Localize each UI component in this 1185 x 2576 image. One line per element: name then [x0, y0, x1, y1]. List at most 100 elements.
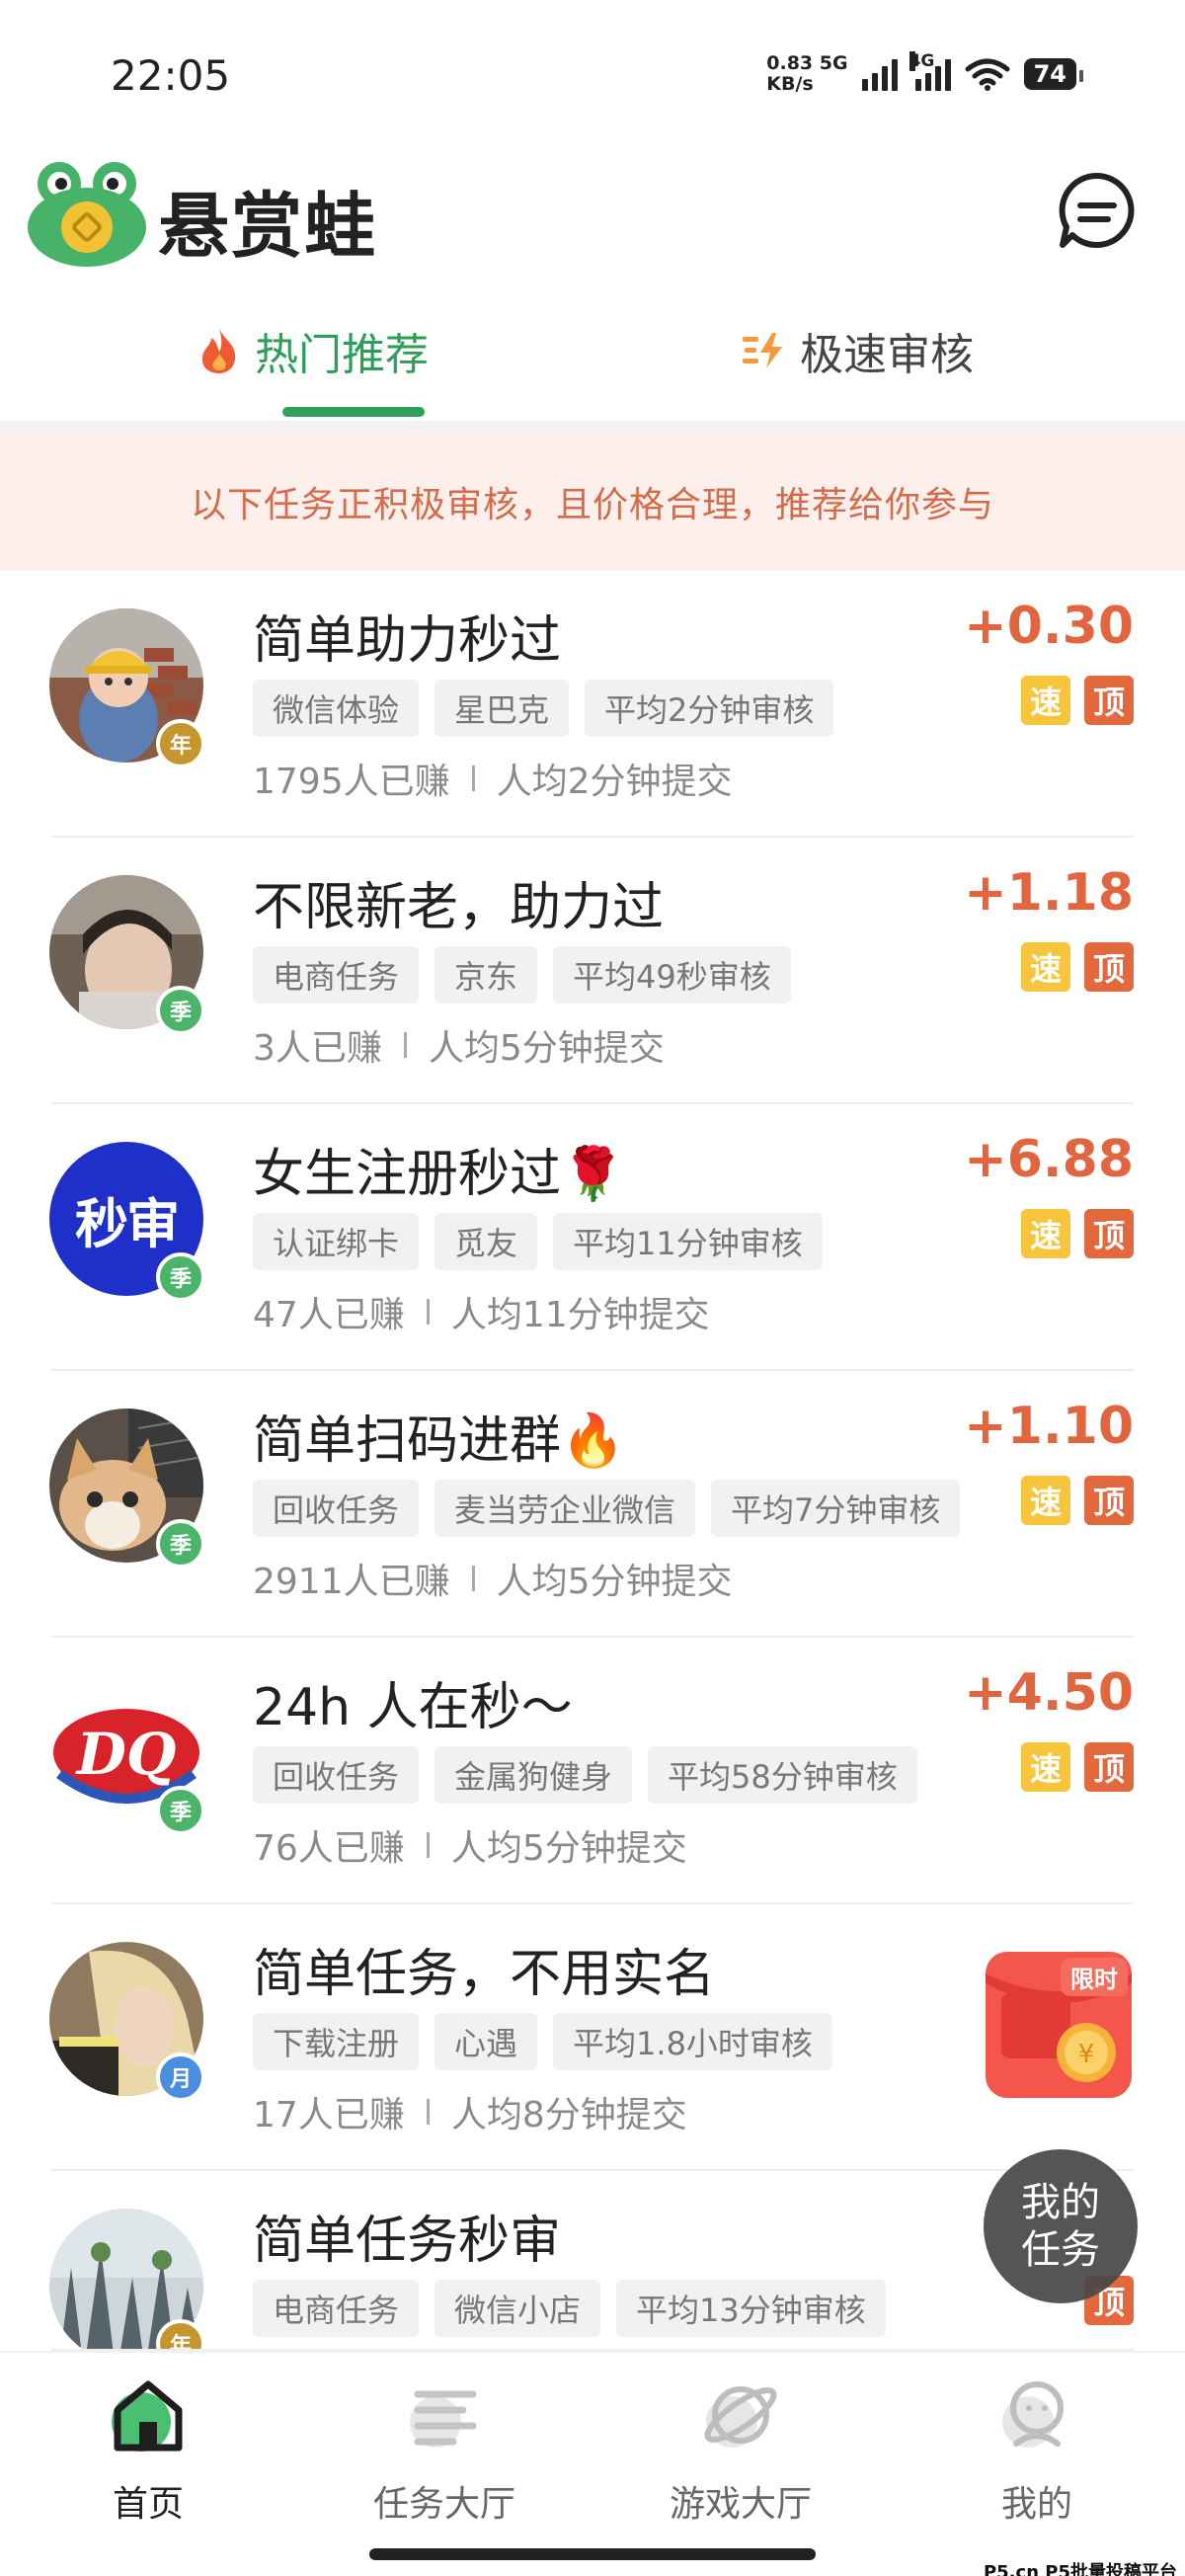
tab-fast-review[interactable]: 极速审核: [743, 316, 974, 385]
battery-indicator: 74: [1023, 58, 1084, 90]
speed-mark: 速: [1021, 1209, 1070, 1258]
speed-mark: 速: [1021, 1476, 1070, 1525]
task-tag: 平均13分钟审核: [616, 2280, 886, 2337]
chat-bubble-icon[interactable]: [1057, 170, 1138, 251]
recommend-notice: 以下任务正积极审核，且价格合理，推荐给你参与: [0, 433, 1185, 571]
home-indicator[interactable]: [369, 2548, 816, 2560]
app-title: 悬赏蛙: [158, 185, 378, 268]
earned-count: 47人已赚: [253, 1295, 405, 1335]
task-tag: 平均1.8小时审核: [553, 2013, 832, 2070]
bottom-navigation: 首页 任务大厅 游戏大厅 我的: [0, 2351, 1185, 2576]
nav-profile[interactable]: 我的: [938, 2373, 1136, 2527]
avg-submit-time: 人均5分钟提交: [450, 1828, 687, 1869]
task-tags: 回收任务 金属狗健身 平均58分钟审核: [253, 1746, 917, 1804]
avg-submit-time: 人均11分钟提交: [450, 1295, 710, 1335]
status-indicators: 0.83 5G KB/s 4G 74: [766, 51, 1084, 95]
nav-task-hall[interactable]: 任务大厅: [346, 2373, 543, 2527]
task-tag: 平均7分钟审核: [711, 1480, 961, 1537]
level-badge: 年: [156, 719, 205, 768]
nav-game-hall[interactable]: 游戏大厅: [642, 2373, 839, 2527]
fast-lightning-icon: [743, 333, 782, 368]
my-tasks-label: 我的: [1021, 2180, 1100, 2225]
avg-submit-time: 人均2分钟提交: [496, 762, 733, 802]
limited-time-redpack[interactable]: ¥ 限时: [982, 1944, 1136, 2102]
task-tag: 觅友: [434, 1213, 538, 1270]
app-header: 悬赏蛙: [0, 148, 1185, 277]
task-stats: 76人已赚 人均5分钟提交: [253, 1819, 687, 1871]
task-title: 不限新老，助力过: [253, 878, 665, 937]
task-title: 简单任务，不用实名: [253, 1945, 716, 2004]
task-title: 简单任务秒审: [253, 2212, 562, 2271]
task-reward: +1.18: [964, 863, 1134, 923]
task-tags: 电商任务 京东 平均49秒审核: [253, 946, 791, 1004]
task-tag: 麦当劳企业微信: [434, 1480, 696, 1537]
task-tag: 京东: [434, 946, 538, 1004]
active-tab-indicator: [282, 407, 425, 417]
earned-count: 3人已赚: [253, 1028, 382, 1069]
task-marks: 速 顶: [1021, 1742, 1134, 1792]
task-tags: 电商任务 微信小店 平均13分钟审核: [253, 2280, 886, 2337]
nav-home[interactable]: 首页: [49, 2373, 247, 2527]
task-stats: 1795人已赚 人均2分钟提交: [253, 753, 733, 804]
task-tags: 下载注册 心遇 平均1.8小时审核: [253, 2013, 832, 2070]
profile-icon: [1002, 2381, 1064, 2448]
nav-label: 我的: [1000, 2484, 1072, 2525]
frog-coin-logo: [28, 162, 146, 267]
earned-count: 2911人已赚: [253, 1562, 450, 1602]
avg-submit-time: 人均8分钟提交: [450, 2095, 687, 2135]
task-tag: 回收任务: [253, 1746, 420, 1804]
task-tag: 星巴克: [434, 680, 570, 737]
task-stats: 2911人已赚 人均5分钟提交: [253, 1553, 733, 1604]
planet-icon: [704, 2386, 777, 2448]
speed-mark: 速: [1021, 1742, 1070, 1792]
tab-hot-recommend[interactable]: 热门推荐: [198, 316, 429, 385]
task-tag: 回收任务: [253, 1480, 420, 1537]
task-item[interactable]: 季 简单扫码进群🔥 回收任务 麦当劳企业微信 平均7分钟审核 2911人已赚 人…: [0, 1371, 1185, 1638]
tab-label: 极速审核: [800, 330, 974, 380]
level-badge: 季: [156, 1252, 205, 1302]
task-title: 简单扫码进群🔥: [253, 1411, 625, 1471]
task-title: 24h 人在秒～: [253, 1678, 573, 1737]
stats-separator: [403, 1032, 407, 1058]
nav-label: 首页: [112, 2484, 184, 2525]
stats-separator: [426, 1299, 430, 1325]
task-tag: 认证绑卡: [253, 1213, 420, 1270]
speed-mark: 速: [1021, 942, 1070, 992]
task-item[interactable]: DQ 季 24h 人在秒～ 回收任务 金属狗健身 平均58分钟审核 76人已赚 …: [0, 1638, 1185, 1904]
task-title: 简单助力秒过: [253, 611, 562, 671]
my-tasks-button[interactable]: 我的 任务: [984, 2149, 1138, 2303]
task-stats: 17人已赚 人均8分钟提交: [253, 2086, 687, 2137]
task-tag: 心遇: [434, 2013, 538, 2070]
nav-label: 任务大厅: [372, 2484, 515, 2525]
task-item[interactable]: 秒审 季 女生注册秒过🌹 认证绑卡 觅友 平均11分钟审核 47人已赚 人均11…: [0, 1104, 1185, 1371]
task-reward: +4.50: [964, 1663, 1134, 1723]
task-stats: 47人已赚 人均11分钟提交: [253, 1286, 710, 1337]
task-title: 女生注册秒过🌹: [253, 1145, 625, 1204]
task-tag: 下载注册: [253, 2013, 420, 2070]
top-mark: 顶: [1084, 1476, 1134, 1525]
avatar-text: DQ: [76, 1721, 177, 1788]
redpack-label: 限时: [1061, 1958, 1128, 1996]
avg-submit-time: 人均5分钟提交: [496, 1562, 733, 1602]
top-mark: 顶: [1084, 676, 1134, 725]
avatar-text: 秒审: [75, 1191, 180, 1255]
task-tag: 电商任务: [253, 2280, 420, 2337]
status-time: 22:05: [111, 51, 231, 100]
task-item[interactable]: 年 简单助力秒过 微信体验 星巴克 平均2分钟审核 1795人已赚 人均2分钟提…: [0, 571, 1185, 838]
top-mark: 顶: [1084, 1209, 1134, 1258]
task-tag: 平均2分钟审核: [585, 680, 834, 737]
task-reward: +6.88: [964, 1130, 1134, 1189]
task-marks: 速 顶: [1021, 942, 1134, 992]
level-badge: 季: [156, 1786, 205, 1835]
stats-separator: [426, 1832, 430, 1858]
tab-label: 热门推荐: [255, 330, 429, 380]
watermark-text: P5.cn P5批量投稿平台: [983, 2562, 1177, 2576]
nav-label: 游戏大厅: [669, 2484, 812, 2525]
task-item[interactable]: 季 不限新老，助力过 电商任务 京东 平均49秒审核 3人已赚 人均5分钟提交 …: [0, 838, 1185, 1104]
speed-mark: 速: [1021, 676, 1070, 725]
task-stats: 3人已赚 人均5分钟提交: [253, 1019, 665, 1071]
signal-icon-sim1: [861, 57, 898, 91]
task-tags: 认证绑卡 觅友 平均11分钟审核: [253, 1213, 823, 1270]
home-icon: [112, 2380, 183, 2452]
earned-count: 17人已赚: [253, 2095, 405, 2135]
